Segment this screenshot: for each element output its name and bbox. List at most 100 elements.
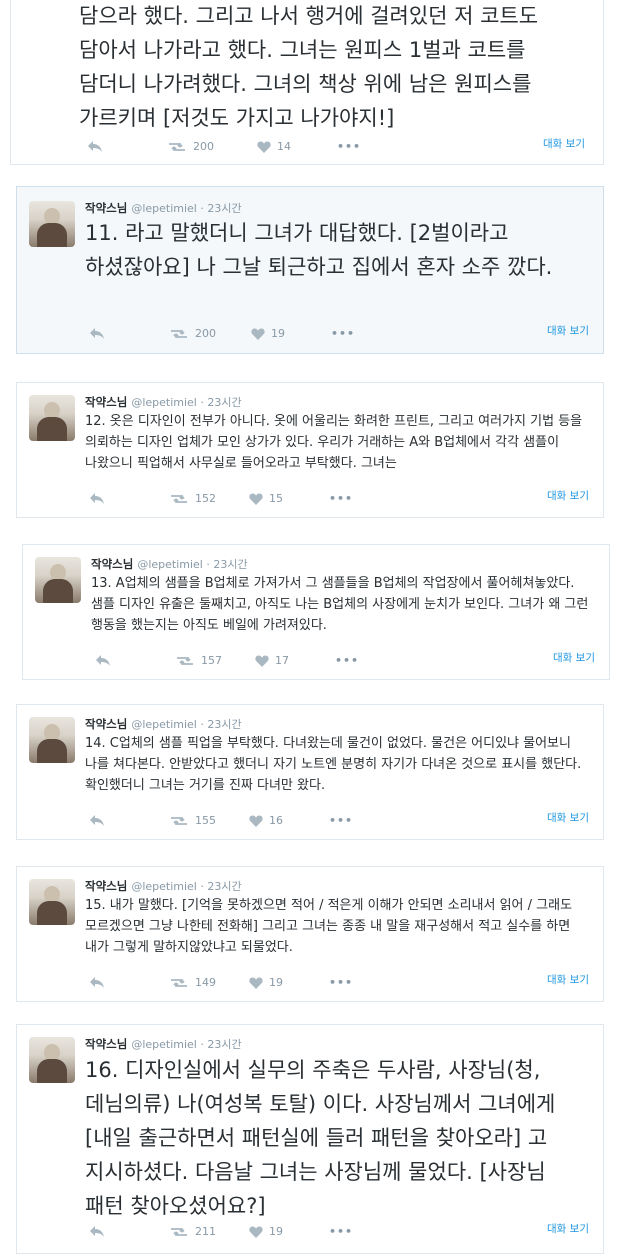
more-button[interactable]: ••• — [329, 1225, 353, 1238]
author-name[interactable]: 작약스님 — [85, 717, 127, 731]
reply-icon — [90, 1226, 104, 1237]
like-button[interactable]: 19 — [249, 976, 283, 989]
avatar[interactable] — [29, 717, 75, 763]
retweet-icon — [171, 978, 187, 987]
tweet-text: 16. 디자인실에서 실무의 주축은 두사람, 사장님(청,데님의류) 나(여성… — [85, 1058, 556, 1218]
tweet-text: 11. 라고 말했더니 그녀가 대답했다. [2벌이라고 하셨잖아요] 나 그날… — [85, 221, 553, 279]
retweet-button[interactable]: 152 — [169, 492, 216, 505]
view-conversation-link[interactable]: 대화 보기 — [547, 810, 589, 825]
author-handle[interactable]: @lepetimiel — [131, 718, 197, 731]
more-icon: ••• — [335, 654, 360, 667]
more-button[interactable]: ••• — [329, 814, 353, 827]
tweet-card[interactable]: 작약스님 @lepetimiel · 23시간 16. 디자인실에서 실무의 주축… — [16, 1024, 604, 1254]
reply-icon — [90, 328, 104, 339]
reply-button[interactable] — [89, 1225, 105, 1237]
author-name[interactable]: 작약스님 — [91, 557, 133, 571]
more-icon: ••• — [329, 1225, 354, 1238]
tweet-header: 작약스님 @lepetimiel · 23시간 — [85, 394, 242, 410]
reply-button[interactable] — [89, 492, 105, 504]
retweet-button[interactable]: 155 — [169, 814, 216, 827]
author-name[interactable]: 작약스님 — [85, 1037, 127, 1051]
reply-button[interactable] — [95, 654, 111, 666]
retweet-button[interactable]: 200 — [167, 140, 214, 153]
author-handle[interactable]: @lepetimiel — [131, 202, 197, 215]
more-button[interactable]: ••• — [329, 976, 353, 989]
reply-icon — [88, 141, 102, 152]
retweet-button[interactable]: 157 — [175, 654, 222, 667]
like-count: 19 — [269, 1225, 283, 1238]
view-conversation-link[interactable]: 대화 보기 — [553, 650, 595, 665]
more-button[interactable]: ••• — [329, 492, 353, 505]
like-count: 19 — [271, 327, 285, 340]
reply-button[interactable] — [89, 327, 105, 339]
tweet-header: 작약스님 @lepetimiel · 23시간 — [85, 878, 242, 894]
retweet-button[interactable]: 149 — [169, 976, 216, 989]
author-handle[interactable]: @lepetimiel — [131, 880, 197, 893]
retweet-count: 211 — [195, 1225, 216, 1238]
like-button[interactable]: 15 — [249, 492, 283, 505]
author-handle[interactable]: @lepetimiel — [131, 396, 197, 409]
heart-icon — [257, 141, 271, 153]
tweet-card[interactable]: 작약스님 @lepetimiel · 23시간 13. A업체의 샘플을 B업체로… — [22, 544, 610, 680]
retweet-count: 200 — [193, 140, 214, 153]
like-button[interactable]: 19 — [249, 1225, 283, 1238]
author-handle[interactable]: @lepetimiel — [137, 558, 203, 571]
author-name[interactable]: 작약스님 — [85, 879, 127, 893]
view-conversation-link[interactable]: 대화 보기 — [547, 488, 589, 503]
tweet-time[interactable]: · 23시간 — [200, 396, 241, 409]
author-name[interactable]: 작약스님 — [85, 395, 127, 409]
like-button[interactable]: 17 — [255, 654, 289, 667]
author-handle[interactable]: @lepetimiel — [131, 1038, 197, 1051]
tweet-text: 14. C업체의 샘플 픽업을 부탁했다. 다녀왔는데 물건이 없었다. 물건은… — [85, 736, 582, 793]
like-button[interactable]: 16 — [249, 814, 283, 827]
more-icon: ••• — [329, 976, 354, 989]
retweet-icon — [171, 329, 187, 338]
tweet-actions: 152 15 ••• — [89, 492, 489, 506]
tweet-time[interactable]: · 23시간 — [200, 718, 241, 731]
reply-button[interactable] — [89, 976, 105, 988]
view-conversation-link[interactable]: 대화 보기 — [543, 136, 585, 151]
tweet-time[interactable]: · 23시간 — [200, 880, 241, 893]
tweet-actions: 155 16 ••• — [89, 814, 489, 828]
retweet-icon — [177, 656, 193, 665]
avatar[interactable] — [29, 395, 75, 441]
like-count: 16 — [269, 814, 283, 827]
avatar[interactable] — [35, 557, 81, 603]
tweet-text: 15. 내가 말했다. [기억을 못하겠으면 적어 / 적은게 이해가 안되면 … — [85, 898, 573, 955]
tweet-time[interactable]: · 23시간 — [200, 1038, 241, 1051]
view-conversation-link[interactable]: 대화 보기 — [547, 1221, 589, 1236]
heart-icon — [249, 977, 263, 989]
retweet-icon — [171, 816, 187, 825]
tweet-card[interactable]: 작약스님 @lepetimiel · 23시간 14. C업체의 샘플 픽업을 부… — [16, 704, 604, 840]
reply-button[interactable] — [87, 140, 103, 152]
avatar[interactable] — [29, 201, 75, 247]
more-button[interactable]: ••• — [331, 327, 355, 340]
retweet-icon — [169, 142, 185, 151]
reply-icon — [96, 655, 110, 666]
view-conversation-link[interactable]: 대화 보기 — [547, 972, 589, 987]
retweet-count: 152 — [195, 492, 216, 505]
heart-icon — [251, 328, 265, 340]
retweet-button[interactable]: 200 — [169, 327, 216, 340]
avatar[interactable] — [29, 879, 75, 925]
tweet-card[interactable]: 작약스님 @lepetimiel · 23시간 12. 옷은 디자인이 전부가 아… — [16, 382, 604, 518]
tweet-card[interactable]: 작약스님 @lepetimiel · 23시간 15. 내가 말했다. [기억을 … — [16, 866, 604, 1002]
avatar[interactable] — [29, 1037, 75, 1083]
tweet-time[interactable]: · 23시간 — [200, 202, 241, 215]
tweet-card[interactable]: 담으라 했다. 그리고 나서 행거에 걸려있던 저 코트도 담아서 나가라고 했… — [10, 0, 604, 165]
tweet-time[interactable]: · 23시간 — [206, 558, 247, 571]
author-name[interactable]: 작약스님 — [85, 201, 127, 215]
retweet-button[interactable]: 211 — [169, 1225, 216, 1238]
like-button[interactable]: 14 — [257, 140, 291, 153]
tweet-header: 작약스님 @lepetimiel · 23시간 — [85, 1036, 242, 1052]
more-button[interactable]: ••• — [337, 140, 361, 153]
tweet-actions: 157 17 ••• — [95, 654, 495, 668]
reply-icon — [90, 977, 104, 988]
reply-icon — [90, 493, 104, 504]
more-icon: ••• — [337, 140, 362, 153]
tweet-card[interactable]: 작약스님 @lepetimiel · 23시간 11. 라고 말했더니 그녀가 대… — [16, 186, 604, 354]
reply-button[interactable] — [89, 814, 105, 826]
more-button[interactable]: ••• — [335, 654, 359, 667]
like-button[interactable]: 19 — [251, 327, 285, 340]
view-conversation-link[interactable]: 대화 보기 — [547, 323, 589, 338]
